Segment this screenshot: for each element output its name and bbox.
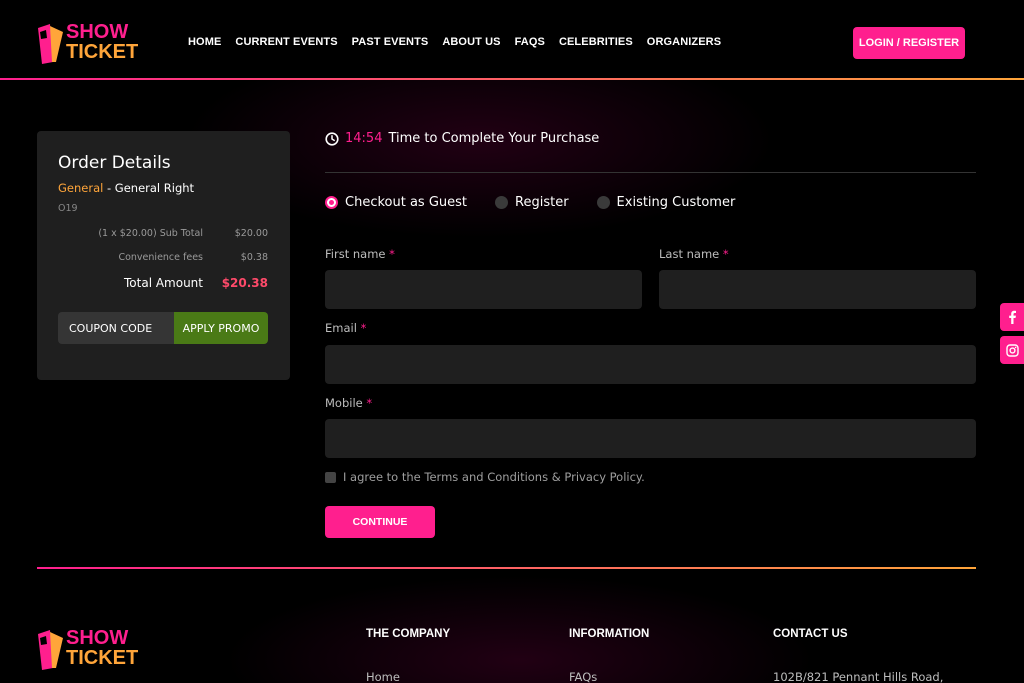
- footer-address: 102B/821 Pennant Hills Road,: [773, 670, 944, 683]
- mobile-label: Mobile *: [325, 396, 372, 410]
- coupon-group: APPLY PROMO: [58, 312, 268, 344]
- nav-organizers[interactable]: ORGANIZERS: [647, 36, 721, 48]
- ticket-name: General Right: [114, 181, 195, 195]
- continue-button[interactable]: CONTINUE: [325, 506, 435, 538]
- first-name-label: First name *: [325, 247, 395, 261]
- ticket-line: General - General Right: [58, 181, 194, 195]
- radio-unselected-icon: [596, 196, 610, 209]
- radio-register[interactable]: Register: [495, 195, 569, 210]
- fees-value: $0.38: [240, 252, 268, 263]
- subtotal-label: (1 x $20.00) Sub Total: [98, 228, 203, 239]
- order-details-card: Order Details General - General Right O1…: [37, 131, 290, 380]
- ticket-mask-icon: [38, 24, 63, 64]
- last-name-label-text: Last name: [659, 247, 720, 261]
- radio-unselected-icon: [495, 196, 509, 209]
- required-mark: *: [360, 321, 367, 335]
- radio-checkout-guest[interactable]: Checkout as Guest: [325, 195, 467, 210]
- nav-about-us[interactable]: ABOUT US: [442, 36, 500, 48]
- main-nav: HOME CURRENT EVENTS PAST EVENTS ABOUT US…: [188, 36, 721, 48]
- ticket-type: General: [58, 181, 104, 195]
- last-name-input[interactable]: [659, 270, 976, 309]
- footer-link-faqs[interactable]: FAQs: [569, 670, 597, 683]
- nav-faqs[interactable]: FAQS: [515, 36, 545, 48]
- logo-word-ticket: TICKET: [66, 41, 139, 63]
- apply-promo-button[interactable]: APPLY PROMO: [174, 312, 268, 344]
- email-label-text: Email: [325, 321, 357, 335]
- logo-word-show: SHOW: [66, 21, 129, 43]
- coupon-code-input[interactable]: [58, 312, 174, 344]
- nav-celebrities[interactable]: CELEBRITIES: [559, 36, 633, 48]
- required-mark: *: [366, 396, 373, 410]
- email-label: Email *: [325, 321, 366, 335]
- total-label: Total Amount: [124, 276, 203, 290]
- subtotal-value: $20.00: [234, 228, 268, 239]
- email-input[interactable]: [325, 345, 976, 384]
- order-title: Order Details: [58, 153, 171, 173]
- clock-icon: [325, 131, 339, 146]
- mobile-label-text: Mobile: [325, 396, 363, 410]
- radio-label: Existing Customer: [616, 195, 736, 210]
- site-header: SHOW TICKET HOME CURRENT EVENTS PAST EVE…: [0, 0, 1024, 80]
- checkout-mode-options: Checkout as Guest Register Existing Cust…: [325, 195, 735, 210]
- ticket-separator: -: [103, 181, 115, 195]
- footer-divider: [37, 567, 976, 569]
- logo-wordmark: SHOW TICKET: [66, 628, 138, 668]
- mobile-input[interactable]: [325, 419, 976, 458]
- logo-word-ticket: TICKET: [66, 647, 139, 669]
- login-register-button[interactable]: LOGIN / REGISTER: [853, 27, 965, 59]
- facebook-link[interactable]: [1000, 303, 1024, 331]
- radio-existing-customer[interactable]: Existing Customer: [596, 195, 736, 210]
- required-mark: *: [389, 247, 395, 261]
- logo-wordmark: SHOW TICKET: [66, 22, 138, 62]
- timer-text: Time to Complete Your Purchase: [388, 131, 600, 146]
- last-name-label: Last name *: [659, 247, 729, 261]
- footer-company-title: THE COMPANY: [366, 628, 451, 640]
- ticket-code: O19: [58, 203, 78, 214]
- nav-current-events[interactable]: CURRENT EVENTS: [235, 36, 337, 48]
- footer-link-home[interactable]: Home: [366, 670, 400, 683]
- timer-value: 14:54: [345, 131, 383, 146]
- first-name-input[interactable]: [325, 270, 642, 309]
- instagram-link[interactable]: [1000, 336, 1024, 364]
- terms-agreement: I agree to the Terms and Conditions & Pr…: [325, 470, 645, 484]
- checkout-divider: [325, 172, 976, 173]
- terms-text: I agree to the Terms and Conditions & Pr…: [343, 470, 645, 484]
- radio-selected-icon: [325, 196, 338, 209]
- radio-label: Checkout as Guest: [345, 195, 468, 210]
- instagram-icon: [1005, 343, 1019, 357]
- header-divider: [0, 78, 1024, 80]
- total-value: $20.38: [221, 276, 268, 290]
- logo-word-show: SHOW: [66, 627, 129, 649]
- fees-label: Convenience fees: [118, 252, 203, 263]
- nav-home[interactable]: HOME: [188, 36, 221, 48]
- first-name-label-text: First name: [325, 247, 386, 261]
- show-ticket-logo[interactable]: SHOW TICKET: [36, 20, 138, 68]
- terms-checkbox[interactable]: [325, 471, 336, 483]
- radio-label: Register: [515, 195, 569, 210]
- footer-logo[interactable]: SHOW TICKET: [36, 626, 138, 674]
- facebook-icon: [1009, 310, 1016, 324]
- nav-past-events[interactable]: PAST EVENTS: [352, 36, 429, 48]
- footer-information-title: INFORMATION: [569, 628, 650, 640]
- ticket-mask-icon: [38, 630, 63, 670]
- purchase-timer: 14:54 Time to Complete Your Purchase: [325, 131, 599, 146]
- footer-contact-title: CONTACT US: [773, 628, 848, 640]
- required-mark: *: [722, 247, 729, 261]
